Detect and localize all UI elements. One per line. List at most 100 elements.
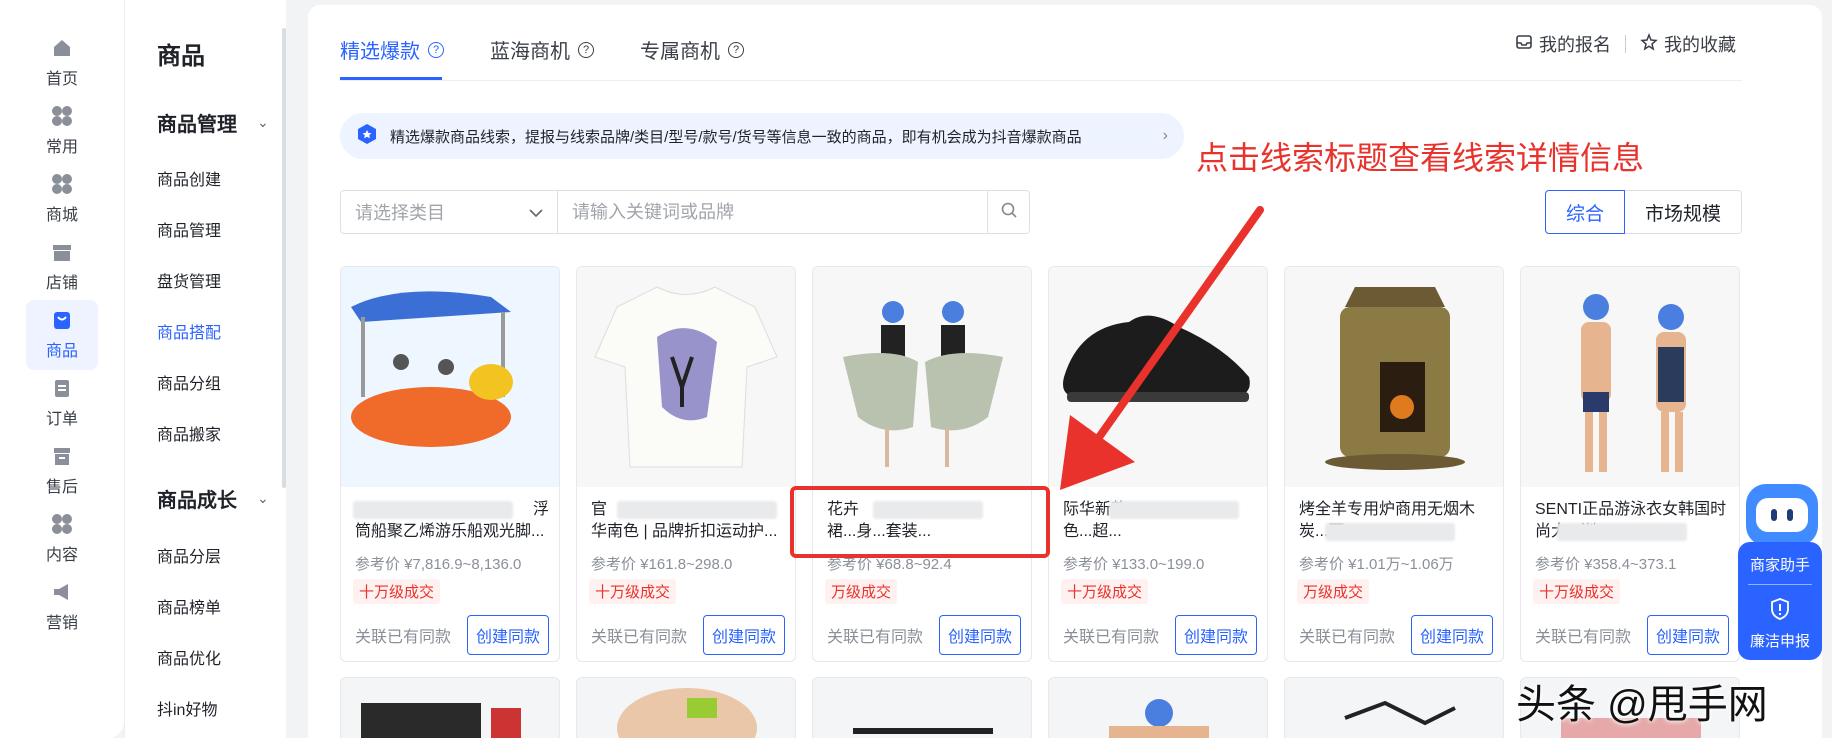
product-card[interactable]: SENTI正品游泳衣女韩国时 尚大...训... 参考价 ¥358.4~373.… xyxy=(1520,266,1740,662)
submenu-item-create[interactable]: 商品创建 xyxy=(157,166,221,190)
product-image[interactable] xyxy=(1285,267,1503,487)
submenu-item-optimize[interactable]: 商品优化 xyxy=(157,645,221,669)
grid-icon xyxy=(51,105,73,127)
submenu-scrollbar[interactable] xyxy=(282,28,286,488)
robot-icon xyxy=(1746,484,1818,546)
product-price: 参考价 ¥358.4~373.1 xyxy=(1535,556,1677,573)
privacy-blur xyxy=(1109,501,1239,519)
product-card[interactable] xyxy=(812,677,1032,738)
submenu-group-product-management[interactable]: 商品管理 ⌄ xyxy=(157,108,269,137)
rail-item-marketing[interactable]: 营销 xyxy=(26,572,98,642)
product-image[interactable] xyxy=(577,267,795,487)
sort-comprehensive-button[interactable]: 综合 xyxy=(1544,190,1625,234)
rail-item-content[interactable]: 内容 xyxy=(26,504,98,574)
product-card[interactable]: 官 华南色 | 品牌折扣运动护... 参考价 ¥161.8~298.0 十万级成… xyxy=(576,266,796,662)
my-favorites-link[interactable]: 我的收藏 xyxy=(1640,31,1736,57)
create-same-button[interactable]: 创建同款 xyxy=(466,615,549,655)
megaphone-icon xyxy=(51,581,73,603)
rail-item-aftersales[interactable]: 售后 xyxy=(26,436,98,506)
product-price: 参考价 ¥133.0~199.0 xyxy=(1063,556,1205,573)
submenu-item-inventory[interactable]: 盘货管理 xyxy=(157,268,221,292)
notice-banner[interactable]: 精选爆款商品线索，提报与线索品牌/类目/型号/款号/货号等信息一致的商品，即有机… xyxy=(340,113,1184,159)
create-same-button[interactable]: 创建同款 xyxy=(938,615,1021,655)
card-footer: 关联已有同款 创建同款 xyxy=(827,615,1021,655)
tab-divider xyxy=(340,80,1742,81)
submenu-item-migrate[interactable]: 商品搬家 xyxy=(157,421,221,445)
link-existing-link[interactable]: 关联已有同款 xyxy=(1299,623,1395,647)
merchant-helper-button[interactable]: 商家助手 xyxy=(1738,554,1822,575)
rail-item-store[interactable]: 店铺 xyxy=(26,232,98,302)
title-line: 烤全羊专用炉商用无烟木 xyxy=(1299,501,1476,518)
product-image[interactable] xyxy=(341,267,559,487)
product-card[interactable] xyxy=(1048,677,1268,738)
submenu-item-tiering[interactable]: 商品分层 xyxy=(157,543,221,567)
sales-badge: 十万级成交 xyxy=(1533,579,1621,604)
link-existing-link[interactable]: 关联已有同款 xyxy=(355,623,451,647)
sort-market-size-button[interactable]: 市场规模 xyxy=(1624,190,1742,234)
tab-blue-ocean[interactable]: 蓝海商机 ? xyxy=(490,35,594,64)
rail-label: 售后 xyxy=(45,479,78,496)
submenu-item-rankings[interactable]: 商品榜单 xyxy=(157,594,221,618)
keyword-search-input[interactable] xyxy=(558,190,988,234)
rail-label: 商城 xyxy=(45,207,78,224)
rail-item-products[interactable]: 商品 xyxy=(26,300,98,370)
sales-badge: 万级成交 xyxy=(1297,579,1370,604)
help-icon[interactable]: ? xyxy=(728,41,744,58)
link-label: 我的收藏 xyxy=(1664,35,1736,55)
product-image xyxy=(853,728,993,734)
link-label: 我的报名 xyxy=(1539,35,1611,55)
my-registration-link[interactable]: 我的报名 xyxy=(1515,31,1611,57)
help-icon[interactable]: ? xyxy=(578,41,594,58)
product-card[interactable]: 浮 筒船聚乙烯游乐船观光脚... 参考价 ¥7,816.9~8,136.0 十万… xyxy=(340,266,560,662)
product-image[interactable] xyxy=(813,267,1031,487)
title-line: SENTI正品游泳衣女韩国时 xyxy=(1535,501,1727,518)
inbox-icon xyxy=(1515,33,1533,56)
product-card[interactable] xyxy=(1284,677,1504,738)
search-button[interactable] xyxy=(988,190,1030,234)
create-same-button[interactable]: 创建同款 xyxy=(1410,615,1493,655)
card-footer: 关联已有同款 创建同款 xyxy=(1299,615,1493,655)
rail-item-common[interactable]: 常用 xyxy=(26,96,98,166)
rail-item-mall[interactable]: 商城 xyxy=(26,164,98,234)
create-same-button[interactable]: 创建同款 xyxy=(1646,615,1729,655)
product-card[interactable]: 烤全羊专用炉商用无烟木 炭...两... 参考价 ¥1.01万~1.06万 万级… xyxy=(1284,266,1504,662)
tab-hot-items[interactable]: 精选爆款 ? xyxy=(340,35,444,64)
grid-icon xyxy=(51,513,73,535)
integrity-report-button[interactable]: 廉洁申报 xyxy=(1738,630,1822,651)
product-image[interactable] xyxy=(1521,267,1739,487)
tab-label: 蓝海商机 xyxy=(490,41,570,63)
watermark: 头条 @甩手网 xyxy=(1516,683,1768,727)
link-existing-link[interactable]: 关联已有同款 xyxy=(591,623,687,647)
product-card[interactable] xyxy=(576,677,796,738)
rail-label: 订单 xyxy=(45,411,78,428)
submenu-item-grouping[interactable]: 商品分组 xyxy=(157,370,221,394)
rail-label: 常用 xyxy=(45,139,78,156)
product-image xyxy=(617,688,757,738)
submenu-item-douin[interactable]: 抖in好物 xyxy=(157,696,217,720)
assistant-panel: 商家助手 廉洁申报 xyxy=(1738,542,1822,660)
create-same-button[interactable]: 创建同款 xyxy=(702,615,785,655)
create-same-button[interactable]: 创建同款 xyxy=(1174,615,1257,655)
assistant-widget[interactable]: 商家助手 廉洁申报 xyxy=(1738,484,1822,660)
product-card[interactable]: 花卉 裙...身...套装... 参考价 ¥68.8~92.4 万级成交 关联已… xyxy=(812,266,1032,662)
help-icon[interactable]: ? xyxy=(428,41,444,58)
chevron-down-icon xyxy=(529,202,543,223)
title-line: 华南色 | 品牌折扣运动护... xyxy=(591,523,778,540)
tab-exclusive[interactable]: 专属商机 ? xyxy=(640,35,744,64)
category-select[interactable]: 请选择类目 xyxy=(340,190,558,234)
select-placeholder: 请选择类目 xyxy=(355,203,445,223)
product-card[interactable] xyxy=(340,677,560,738)
rail-item-home[interactable]: 首页 xyxy=(26,28,98,98)
link-existing-link[interactable]: 关联已有同款 xyxy=(827,623,923,647)
rail-label: 店铺 xyxy=(45,275,78,292)
submenu-item-manage[interactable]: 商品管理 xyxy=(157,217,221,241)
annotation-text: 点击线索标题查看线索详情信息 xyxy=(1196,140,1645,176)
rail-item-orders[interactable]: 订单 xyxy=(26,368,98,438)
product-image xyxy=(1109,699,1209,738)
submenu-title: 商品 xyxy=(157,43,205,70)
link-existing-link[interactable]: 关联已有同款 xyxy=(1063,623,1159,647)
highlight-box xyxy=(790,486,1050,558)
submenu-item-pairing[interactable]: 商品搭配 xyxy=(157,319,221,343)
submenu-group-product-growth[interactable]: 商品成长 ⌄ xyxy=(157,484,269,513)
link-existing-link[interactable]: 关联已有同款 xyxy=(1535,623,1631,647)
